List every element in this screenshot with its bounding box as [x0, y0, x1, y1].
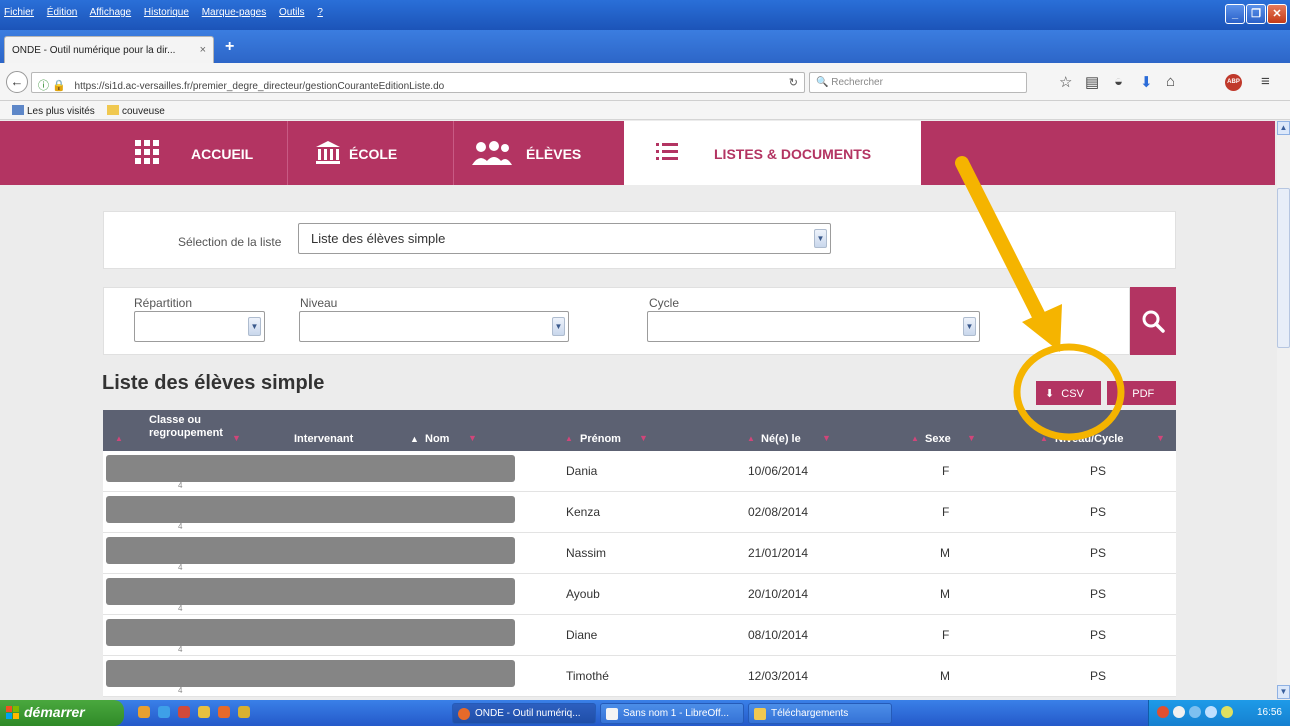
quicklaunch-icon[interactable] [238, 706, 250, 718]
task-label: Téléchargements [771, 708, 849, 719]
annotation-circle [1013, 343, 1125, 441]
quicklaunch-icon[interactable] [198, 706, 210, 718]
document-icon [606, 708, 618, 720]
task-label: Sans nom 1 - LibreOff... [623, 708, 729, 719]
task-telechargements[interactable]: Téléchargements [748, 703, 892, 724]
tray-icon[interactable] [1157, 706, 1169, 718]
taskbar: démarrer ONDE - Outil numériq... Sans no… [0, 700, 1290, 726]
internet-explorer-icon[interactable] [158, 706, 170, 718]
task-label: ONDE - Outil numériq... [475, 708, 581, 719]
task-onde[interactable]: ONDE - Outil numériq... [452, 703, 596, 724]
tray-icon[interactable] [1205, 706, 1217, 718]
firefox-icon [458, 708, 470, 720]
volume-icon[interactable] [1173, 706, 1185, 718]
annotation-overlay [955, 156, 1125, 441]
tray-icon[interactable] [1221, 706, 1233, 718]
annotation-arrow-shaft [955, 156, 1047, 325]
screen: Fichier Édition Affichage Historique Mar… [0, 0, 1290, 726]
clock: 16:56 [1256, 707, 1282, 718]
windows-logo-icon [6, 706, 19, 719]
task-libreoffice[interactable]: Sans nom 1 - LibreOff... [600, 703, 744, 724]
start-label: démarrer [24, 704, 85, 720]
quicklaunch-icon[interactable] [178, 706, 190, 718]
quicklaunch-icon[interactable] [138, 706, 150, 718]
folder-icon [754, 708, 766, 720]
start-button[interactable]: démarrer [0, 700, 124, 726]
network-icon[interactable] [1189, 706, 1201, 718]
firefox-icon[interactable] [218, 706, 230, 718]
system-tray: 16:56 [1148, 700, 1290, 726]
